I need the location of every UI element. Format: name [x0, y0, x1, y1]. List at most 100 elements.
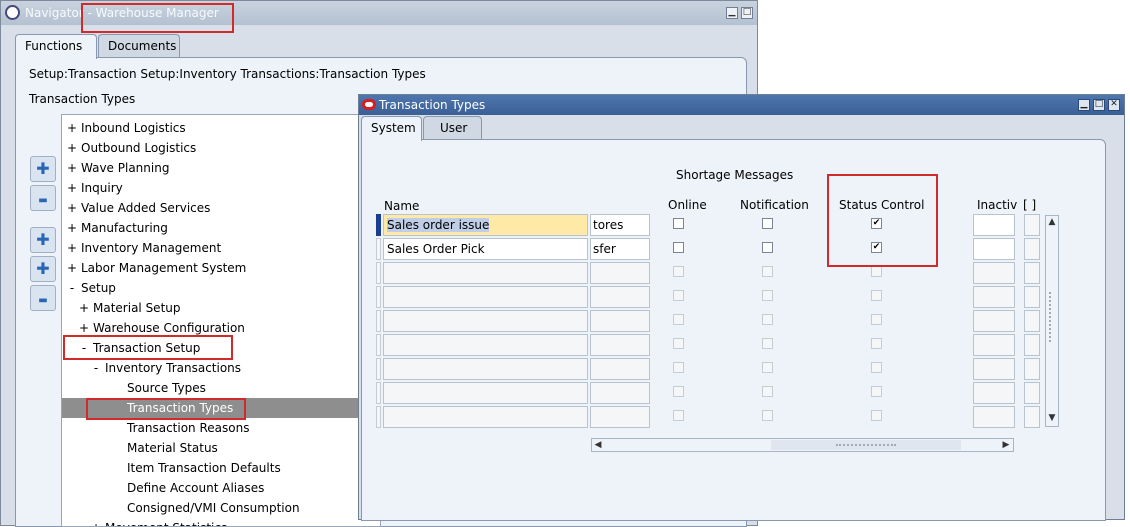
tree-item[interactable]: + Inbound Logistics — [62, 118, 380, 138]
flexfield-cell[interactable] — [1024, 310, 1040, 332]
minimize-icon[interactable]: ▁ — [1078, 99, 1090, 111]
online-checkbox[interactable] — [673, 314, 684, 325]
expand-node-icon[interactable]: + — [77, 298, 91, 318]
tree-item[interactable]: + Manufacturing — [62, 218, 380, 238]
online-checkbox[interactable] — [673, 266, 684, 277]
online-checkbox[interactable] — [673, 242, 684, 253]
inactive-date-field[interactable] — [973, 310, 1015, 332]
horizontal-scrollbar[interactable]: ◀ ▶ — [591, 438, 1014, 452]
name-field[interactable] — [383, 286, 588, 308]
notification-checkbox[interactable] — [762, 314, 773, 325]
description-field[interactable] — [590, 286, 650, 308]
expand-node-icon[interactable]: + — [65, 178, 79, 198]
tree-item[interactable]: Material Status — [62, 438, 380, 458]
description-field[interactable]: tores — [590, 214, 650, 236]
notification-checkbox[interactable] — [762, 410, 773, 421]
status-control-checkbox[interactable] — [871, 290, 882, 301]
online-checkbox[interactable] — [673, 338, 684, 349]
scroll-up-icon[interactable]: ▲ — [1046, 216, 1058, 228]
record-indicator[interactable] — [376, 334, 381, 356]
record-indicator[interactable] — [376, 358, 381, 380]
flexfield-cell[interactable] — [1024, 238, 1040, 260]
expand-button[interactable]: ✚ — [30, 156, 56, 182]
online-checkbox[interactable] — [673, 362, 684, 373]
record-indicator[interactable] — [376, 214, 381, 236]
description-field[interactable] — [590, 310, 650, 332]
collapse-node-icon[interactable]: - — [89, 358, 103, 378]
description-field[interactable]: sfer — [590, 238, 650, 260]
scroll-left-icon[interactable]: ◀ — [593, 439, 603, 451]
tree-item[interactable]: + Value Added Services — [62, 198, 380, 218]
tab-user[interactable]: User — [423, 116, 482, 140]
tab-documents[interactable]: Documents — [98, 34, 180, 58]
flexfield-cell[interactable] — [1024, 358, 1040, 380]
tree-item[interactable]: Define Account Aliases — [62, 478, 380, 498]
expand-node-icon[interactable]: + — [65, 218, 79, 238]
expand-all-button[interactable]: ✚ — [30, 256, 56, 282]
status-control-checkbox[interactable] — [871, 362, 882, 373]
tree-item[interactable]: - Inventory Transactions — [62, 358, 380, 378]
name-field[interactable] — [383, 358, 588, 380]
flexfield-cell[interactable] — [1024, 286, 1040, 308]
flexfield-cell[interactable] — [1024, 262, 1040, 284]
description-field[interactable] — [590, 334, 650, 356]
inactive-date-field[interactable] — [973, 238, 1015, 260]
description-field[interactable] — [590, 382, 650, 404]
record-indicator[interactable] — [376, 262, 381, 284]
inactive-date-field[interactable] — [973, 382, 1015, 404]
name-field[interactable] — [383, 382, 588, 404]
description-field[interactable] — [590, 262, 650, 284]
status-control-checkbox[interactable] — [871, 314, 882, 325]
flexfield-cell[interactable] — [1024, 334, 1040, 356]
collapse-button[interactable]: ▬ — [30, 185, 56, 211]
navigator-tree[interactable]: + Inbound Logistics + Outbound Logistics + Wa… — [61, 114, 381, 527]
record-indicator[interactable] — [376, 382, 381, 404]
flexfield-cell[interactable] — [1024, 406, 1040, 428]
status-control-checkbox[interactable] — [871, 410, 882, 421]
tree-item[interactable]: Item Transaction Defaults — [62, 458, 380, 478]
name-field[interactable]: Sales Order Pick — [383, 238, 588, 260]
notification-checkbox[interactable] — [762, 386, 773, 397]
tree-item[interactable]: + Wave Planning — [62, 158, 380, 178]
online-checkbox[interactable] — [673, 218, 684, 229]
inactive-date-field[interactable] — [973, 406, 1015, 428]
tree-item[interactable]: Consigned/VMI Consumption — [62, 498, 380, 518]
name-field[interactable] — [383, 406, 588, 428]
tab-functions[interactable]: Functions — [15, 34, 97, 59]
close-icon[interactable]: ✕ — [1108, 99, 1120, 111]
collapse-node-icon[interactable]: - — [65, 278, 79, 298]
status-control-checkbox[interactable] — [871, 266, 882, 277]
transaction-types-titlebar[interactable]: Transaction Types ▁ □ ✕ — [359, 95, 1124, 115]
name-field[interactable] — [383, 310, 588, 332]
inactive-date-field[interactable] — [973, 214, 1015, 236]
tree-item[interactable]: + Inventory Management — [62, 238, 380, 258]
flexfield-cell[interactable] — [1024, 214, 1040, 236]
flexfield-cell[interactable] — [1024, 382, 1040, 404]
expand-node-icon[interactable]: + — [65, 138, 79, 158]
tree-item[interactable]: Source Types — [62, 378, 380, 398]
record-indicator[interactable] — [376, 286, 381, 308]
online-checkbox[interactable] — [673, 290, 684, 301]
name-field[interactable] — [383, 262, 588, 284]
name-field[interactable]: Sales order issue — [383, 214, 588, 236]
notification-checkbox[interactable] — [762, 338, 773, 349]
scroll-down-icon[interactable]: ▼ — [1046, 412, 1058, 424]
inactive-date-field[interactable] — [973, 286, 1015, 308]
scroll-right-icon[interactable]: ▶ — [1001, 439, 1011, 451]
online-checkbox[interactable] — [673, 410, 684, 421]
notification-checkbox[interactable] — [762, 218, 773, 229]
expand-node-icon[interactable]: + — [65, 118, 79, 138]
horizontal-scroll-thumb[interactable] — [771, 440, 961, 450]
tree-item[interactable]: - Setup — [62, 278, 380, 298]
collapse-all-button[interactable]: ▬ — [30, 285, 56, 311]
expand-node-icon[interactable]: + — [65, 238, 79, 258]
status-control-checkbox[interactable] — [871, 386, 882, 397]
notification-checkbox[interactable] — [762, 290, 773, 301]
expand-branch-button[interactable]: ✚ — [30, 227, 56, 253]
scroll-grip[interactable] — [1049, 292, 1055, 342]
minimize-icon[interactable]: ▁ — [726, 7, 738, 19]
tab-system[interactable]: System — [361, 116, 422, 141]
status-control-checkbox[interactable] — [871, 338, 882, 349]
expand-node-icon[interactable]: + — [65, 158, 79, 178]
inactive-date-field[interactable] — [973, 262, 1015, 284]
